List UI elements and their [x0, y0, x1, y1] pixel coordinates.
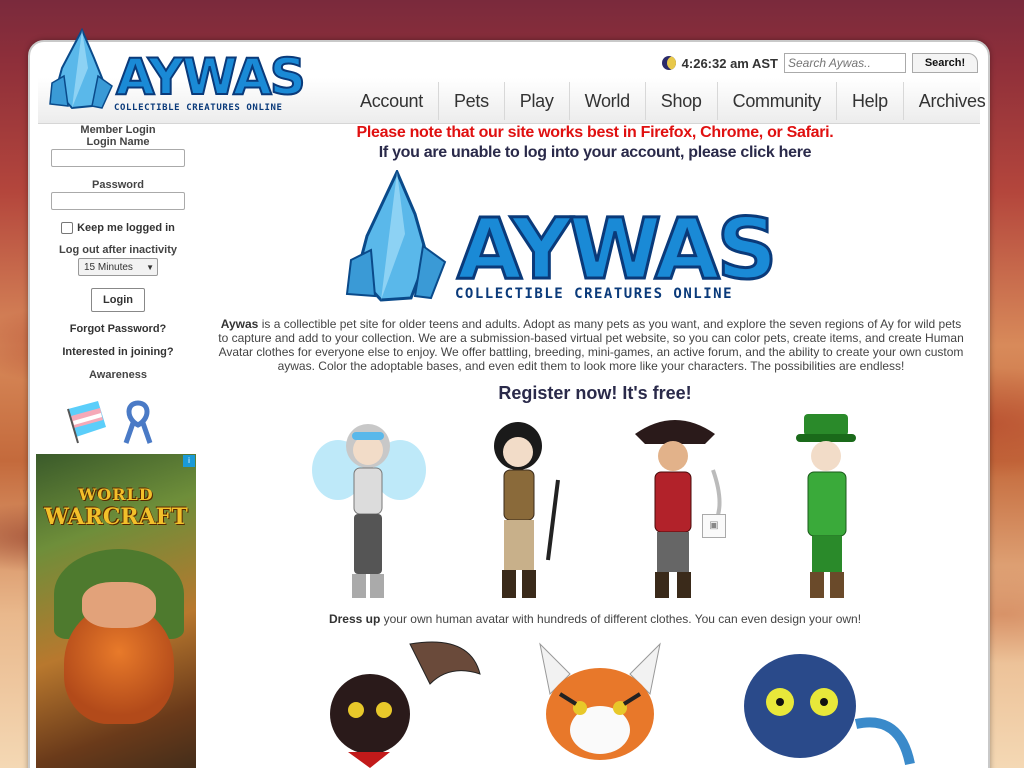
- aywas-large-logo: AYWAS COLLECTIBLE CREATURES ONLINE: [345, 168, 779, 302]
- avatar-fairy: [312, 424, 426, 598]
- avatar-showcase: [210, 410, 980, 610]
- intro-site-name: Aywas: [220, 317, 259, 331]
- awareness-icons: [38, 397, 198, 447]
- nav-item-play[interactable]: Play: [503, 81, 569, 120]
- logo-subtitle-text: COLLECTIBLE CREATURES ONLINE: [114, 103, 283, 113]
- awareness-ribbon-icon[interactable]: [123, 400, 153, 444]
- login-button[interactable]: Login: [91, 288, 145, 312]
- keep-logged-in-checkbox[interactable]: [61, 222, 74, 234]
- nav-item-world[interactable]: World: [568, 81, 645, 120]
- chevron-down-icon: ▼: [146, 262, 154, 272]
- avatar-caption: Dress up your own human avatar with hund…: [210, 612, 980, 626]
- login-help-link[interactable]: If you are unable to log into your accou…: [210, 144, 980, 162]
- nav-item-community[interactable]: Community: [716, 81, 836, 120]
- intro-text: is a collectible pet site for older teen…: [218, 317, 964, 373]
- nav-item-shop[interactable]: Shop: [644, 81, 717, 120]
- keep-logged-in-row: Keep me logged in: [38, 222, 198, 234]
- large-logo-title-text: AYWAS: [457, 200, 774, 298]
- aywas-logo[interactable]: AYWAS COLLECTIBLE CREATURES ONLINE: [42, 28, 342, 118]
- awareness-heading: Awareness: [89, 369, 147, 381]
- nav-item-help[interactable]: Help: [835, 81, 903, 120]
- inactivity-select-value: 15 Minutes: [84, 261, 133, 273]
- logo-title-text: AYWAS: [116, 48, 304, 106]
- ad-character-face: [82, 582, 156, 628]
- password-field[interactable]: [51, 192, 185, 210]
- password-label: Password: [92, 179, 144, 191]
- pet-blue-creature: [744, 654, 915, 766]
- nav-item-archives[interactable]: Archives: [902, 81, 1001, 120]
- main-content: Please note that our site works best in …: [210, 124, 980, 768]
- nav-item-account[interactable]: Account: [340, 82, 438, 120]
- ad-title: WORLD WARCRAFT: [44, 484, 188, 528]
- nav-item-pets[interactable]: Pets: [437, 81, 504, 120]
- site-header: AYWAS COLLECTIBLE CREATURES ONLINE 4:26:…: [38, 28, 986, 124]
- search-button[interactable]: Search!: [912, 53, 978, 73]
- ad-info-icon[interactable]: i: [183, 455, 195, 467]
- caption-bold: Dress up: [328, 612, 381, 626]
- pet-showcase: [210, 634, 980, 768]
- member-login-heading: Member Login: [80, 124, 156, 136]
- header-topbar: 4:26:32 am AST Search!: [661, 52, 978, 74]
- site-intro: Aywas is a collectible pet site for olde…: [210, 317, 972, 373]
- login-sidebar: Member Login Login Name Password Keep me…: [38, 124, 198, 447]
- sidebar-advertisement[interactable]: i WORLD WARCRAFT: [36, 454, 196, 768]
- avatar-leprechaun: [796, 414, 856, 598]
- login-name-field[interactable]: [51, 149, 185, 167]
- keep-logged-in-label: Keep me logged in: [77, 222, 175, 234]
- search-input[interactable]: [784, 53, 906, 73]
- large-logo-subtitle-text: COLLECTIBLE CREATURES ONLINE: [455, 286, 733, 302]
- avatar-pirate: [635, 420, 722, 598]
- ad-title-line1: WORLD: [78, 485, 154, 504]
- page-frame: AYWAS COLLECTIBLE CREATURES ONLINE 4:26:…: [28, 28, 990, 768]
- caption-text: your own human avatar with hundreds of d…: [380, 612, 862, 626]
- avatar-steampunk: [494, 422, 560, 598]
- trans-flag-icon[interactable]: [67, 401, 106, 444]
- browser-notice: Please note that our site works best in …: [356, 124, 834, 141]
- register-link[interactable]: Register now! It's free!: [210, 383, 980, 404]
- inactivity-select[interactable]: 15 Minutes ▼: [78, 258, 158, 276]
- awareness-ribbons: [67, 400, 153, 444]
- main-nav: Account Pets Play World Shop Community H…: [340, 78, 986, 124]
- server-clock: 4:26:32 am AST: [681, 55, 778, 71]
- ad-title-line2: WARCRAFT: [44, 504, 188, 530]
- forgot-password-link[interactable]: Forgot Password?: [38, 323, 198, 335]
- interested-joining-link[interactable]: Interested in joining?: [38, 346, 198, 358]
- login-name-label: Login Name: [86, 136, 150, 148]
- logout-inactivity-label: Log out after inactivity: [59, 244, 177, 256]
- pet-winged-cat: [330, 641, 481, 768]
- moon-icon: [661, 56, 676, 70]
- broken-image-icon: ▣: [702, 514, 726, 538]
- pet-tiger-fox: [539, 642, 661, 760]
